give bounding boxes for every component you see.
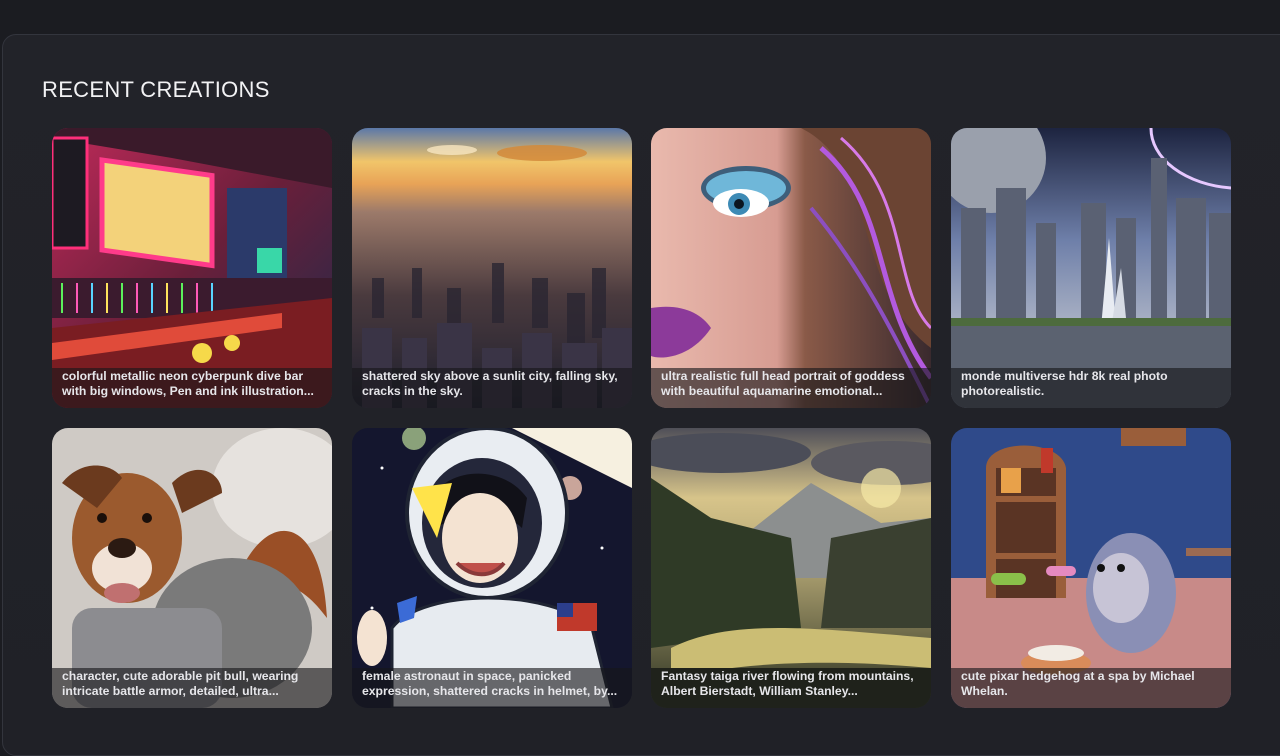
creation-image <box>52 428 332 708</box>
creation-image <box>951 428 1231 708</box>
creation-caption: character, cute adorable pit bull, weari… <box>52 668 332 708</box>
creation-card-6[interactable]: female astronaut in space, panicked expr… <box>352 428 632 708</box>
creation-image <box>651 128 931 408</box>
creation-caption: monde multiverse hdr 8k real photo photo… <box>951 368 1231 408</box>
creation-card-4[interactable]: monde multiverse hdr 8k real photo photo… <box>951 128 1231 408</box>
creation-caption: ultra realistic full head portrait of go… <box>651 368 931 408</box>
creation-image <box>352 428 632 708</box>
creation-caption: shattered sky above a sunlit city, falli… <box>352 368 632 408</box>
creation-card-7[interactable]: Fantasy taiga river flowing from mountai… <box>651 428 931 708</box>
creation-card-2[interactable]: shattered sky above a sunlit city, falli… <box>352 128 632 408</box>
creation-image <box>651 428 931 708</box>
creation-card-3[interactable]: ultra realistic full head portrait of go… <box>651 128 931 408</box>
creation-card-8[interactable]: cute pixar hedgehog at a spa by Michael … <box>951 428 1231 708</box>
creation-caption: cute pixar hedgehog at a spa by Michael … <box>951 668 1231 708</box>
creation-image <box>951 128 1231 408</box>
creation-caption: colorful metallic neon cyberpunk dive ba… <box>52 368 332 408</box>
creation-card-5[interactable]: character, cute adorable pit bull, weari… <box>52 428 332 708</box>
section-title: RECENT CREATIONS <box>42 77 270 102</box>
creation-image <box>352 128 632 408</box>
creation-card-1[interactable]: colorful metallic neon cyberpunk dive ba… <box>52 128 332 408</box>
creation-caption: Fantasy taiga river flowing from mountai… <box>651 668 931 708</box>
creation-image <box>52 128 332 408</box>
creation-caption: female astronaut in space, panicked expr… <box>352 668 632 708</box>
